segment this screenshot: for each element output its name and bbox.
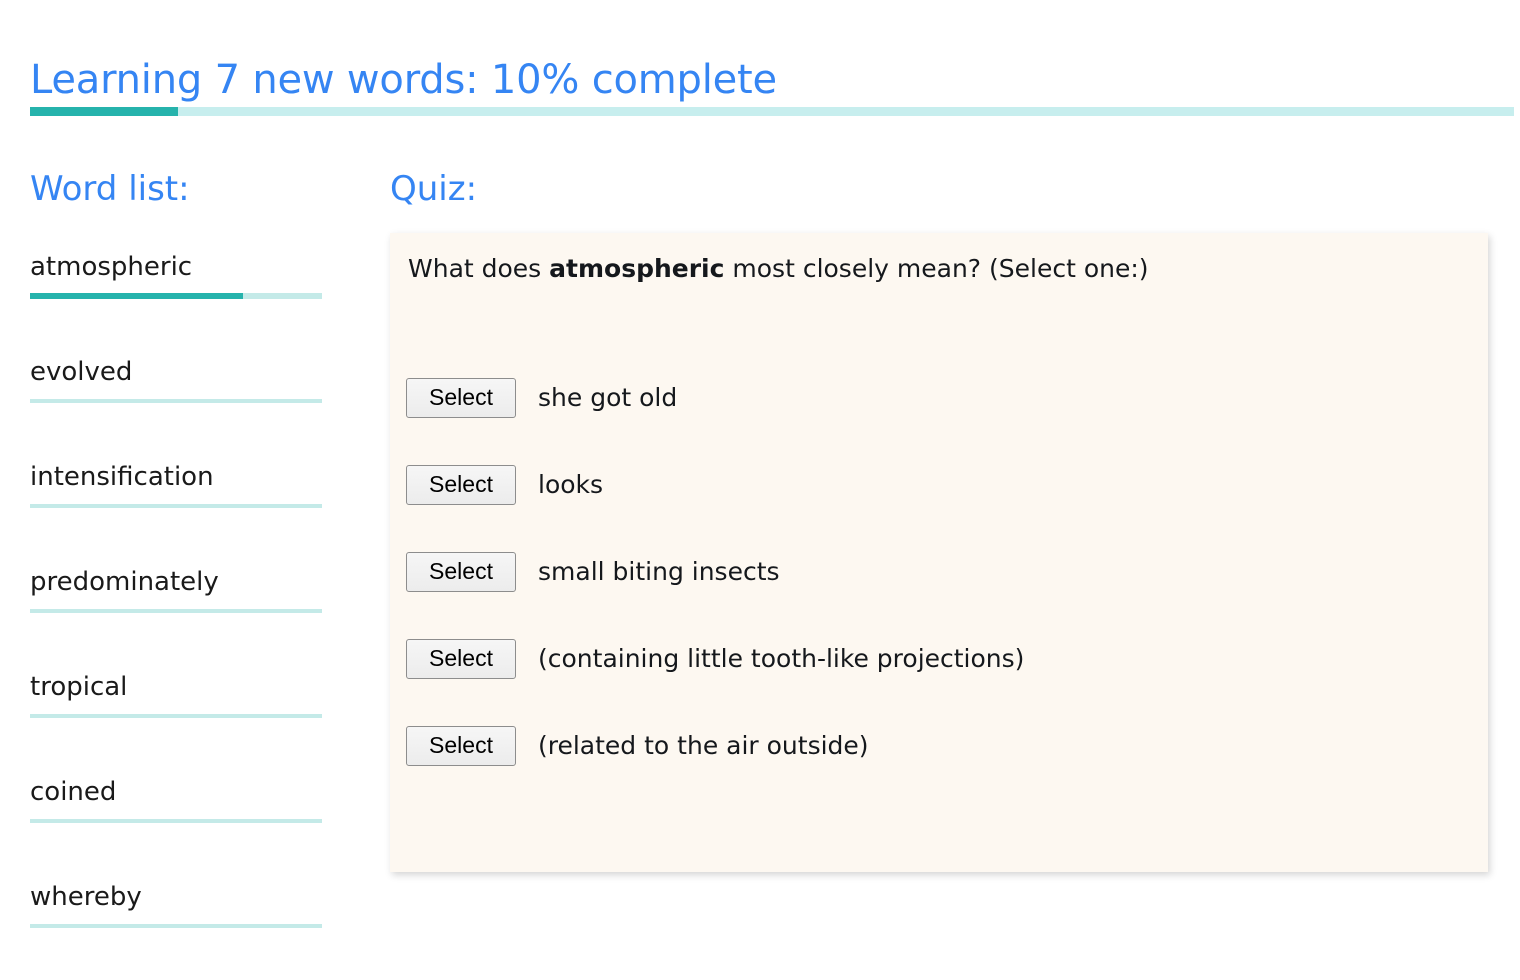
word-list-item[interactable]: predominately [30, 547, 322, 652]
word-list-item-label: atmospheric [30, 252, 193, 282]
quiz-option-text: small biting insects [538, 557, 780, 586]
word-progress-bar [30, 504, 322, 508]
overall-progress-fill [30, 107, 179, 116]
word-list-item-label: whereby [30, 882, 142, 912]
quiz-option-text: she got old [538, 383, 678, 412]
overall-progress-bar [30, 107, 1514, 116]
select-option-button[interactable]: Select [406, 464, 516, 505]
word-list-item[interactable]: intensification [30, 442, 322, 547]
word-list-item[interactable]: whereby [30, 862, 322, 967]
quiz-option-text: (related to the air outside) [538, 731, 869, 760]
word-list-item[interactable]: tropical [30, 652, 322, 757]
quiz-option-row: Select small biting insects [406, 528, 1466, 615]
quiz-option-row: Select (related to the air outside) [406, 702, 1466, 789]
word-progress-bar [30, 819, 322, 823]
question-prefix: What does [408, 254, 550, 283]
select-option-button[interactable]: Select [406, 377, 516, 418]
word-list-item-label: coined [30, 777, 117, 807]
quiz-option-row: Select looks [406, 441, 1466, 528]
quiz-card: What does atmospheric most closely mean?… [390, 233, 1488, 872]
quiz-option-row: Select she got old [406, 354, 1466, 441]
word-list-heading: Word list: [30, 169, 190, 209]
word-list-item-label: predominately [30, 567, 219, 597]
page-title: Learning 7 new words: 10% complete [30, 56, 777, 103]
word-list-item[interactable]: atmospheric [30, 232, 322, 337]
quiz-option-text: looks [538, 470, 604, 499]
word-progress-bar [30, 714, 322, 718]
quiz-question-text: What does atmospheric most closely mean?… [408, 254, 1149, 284]
word-progress-bar [30, 293, 322, 299]
word-progress-bar [30, 399, 322, 403]
word-progress-fill [30, 293, 244, 299]
word-list-item-label: tropical [30, 672, 128, 702]
word-list-item[interactable]: coined [30, 757, 322, 862]
select-option-button[interactable]: Select [406, 725, 516, 766]
select-option-button[interactable]: Select [406, 638, 516, 679]
quiz-option-text: (containing little tooth-like projection… [538, 644, 1025, 673]
word-list-item[interactable]: evolved [30, 337, 322, 442]
word-progress-bar [30, 924, 322, 928]
word-list-item-label: evolved [30, 357, 133, 387]
question-suffix: most closely mean? (Select one:) [724, 254, 1149, 283]
word-list-panel: Word list: atmospheric evolved intensifica… [0, 160, 380, 941]
quiz-panel-wrapper: Quiz: What does atmospheric most closely… [388, 160, 1508, 872]
question-target-word: atmospheric [549, 254, 725, 283]
word-list-item-label: intensification [30, 462, 214, 492]
word-list: atmospheric evolved intensification predomi… [0, 232, 380, 967]
quiz-option-row: Select (containing little tooth-like proj… [406, 615, 1466, 702]
quiz-heading: Quiz: [390, 169, 478, 209]
select-option-button[interactable]: Select [406, 551, 516, 592]
quiz-options-list: Select she got old Select looks Select small … [406, 354, 1466, 789]
word-progress-bar [30, 609, 322, 613]
